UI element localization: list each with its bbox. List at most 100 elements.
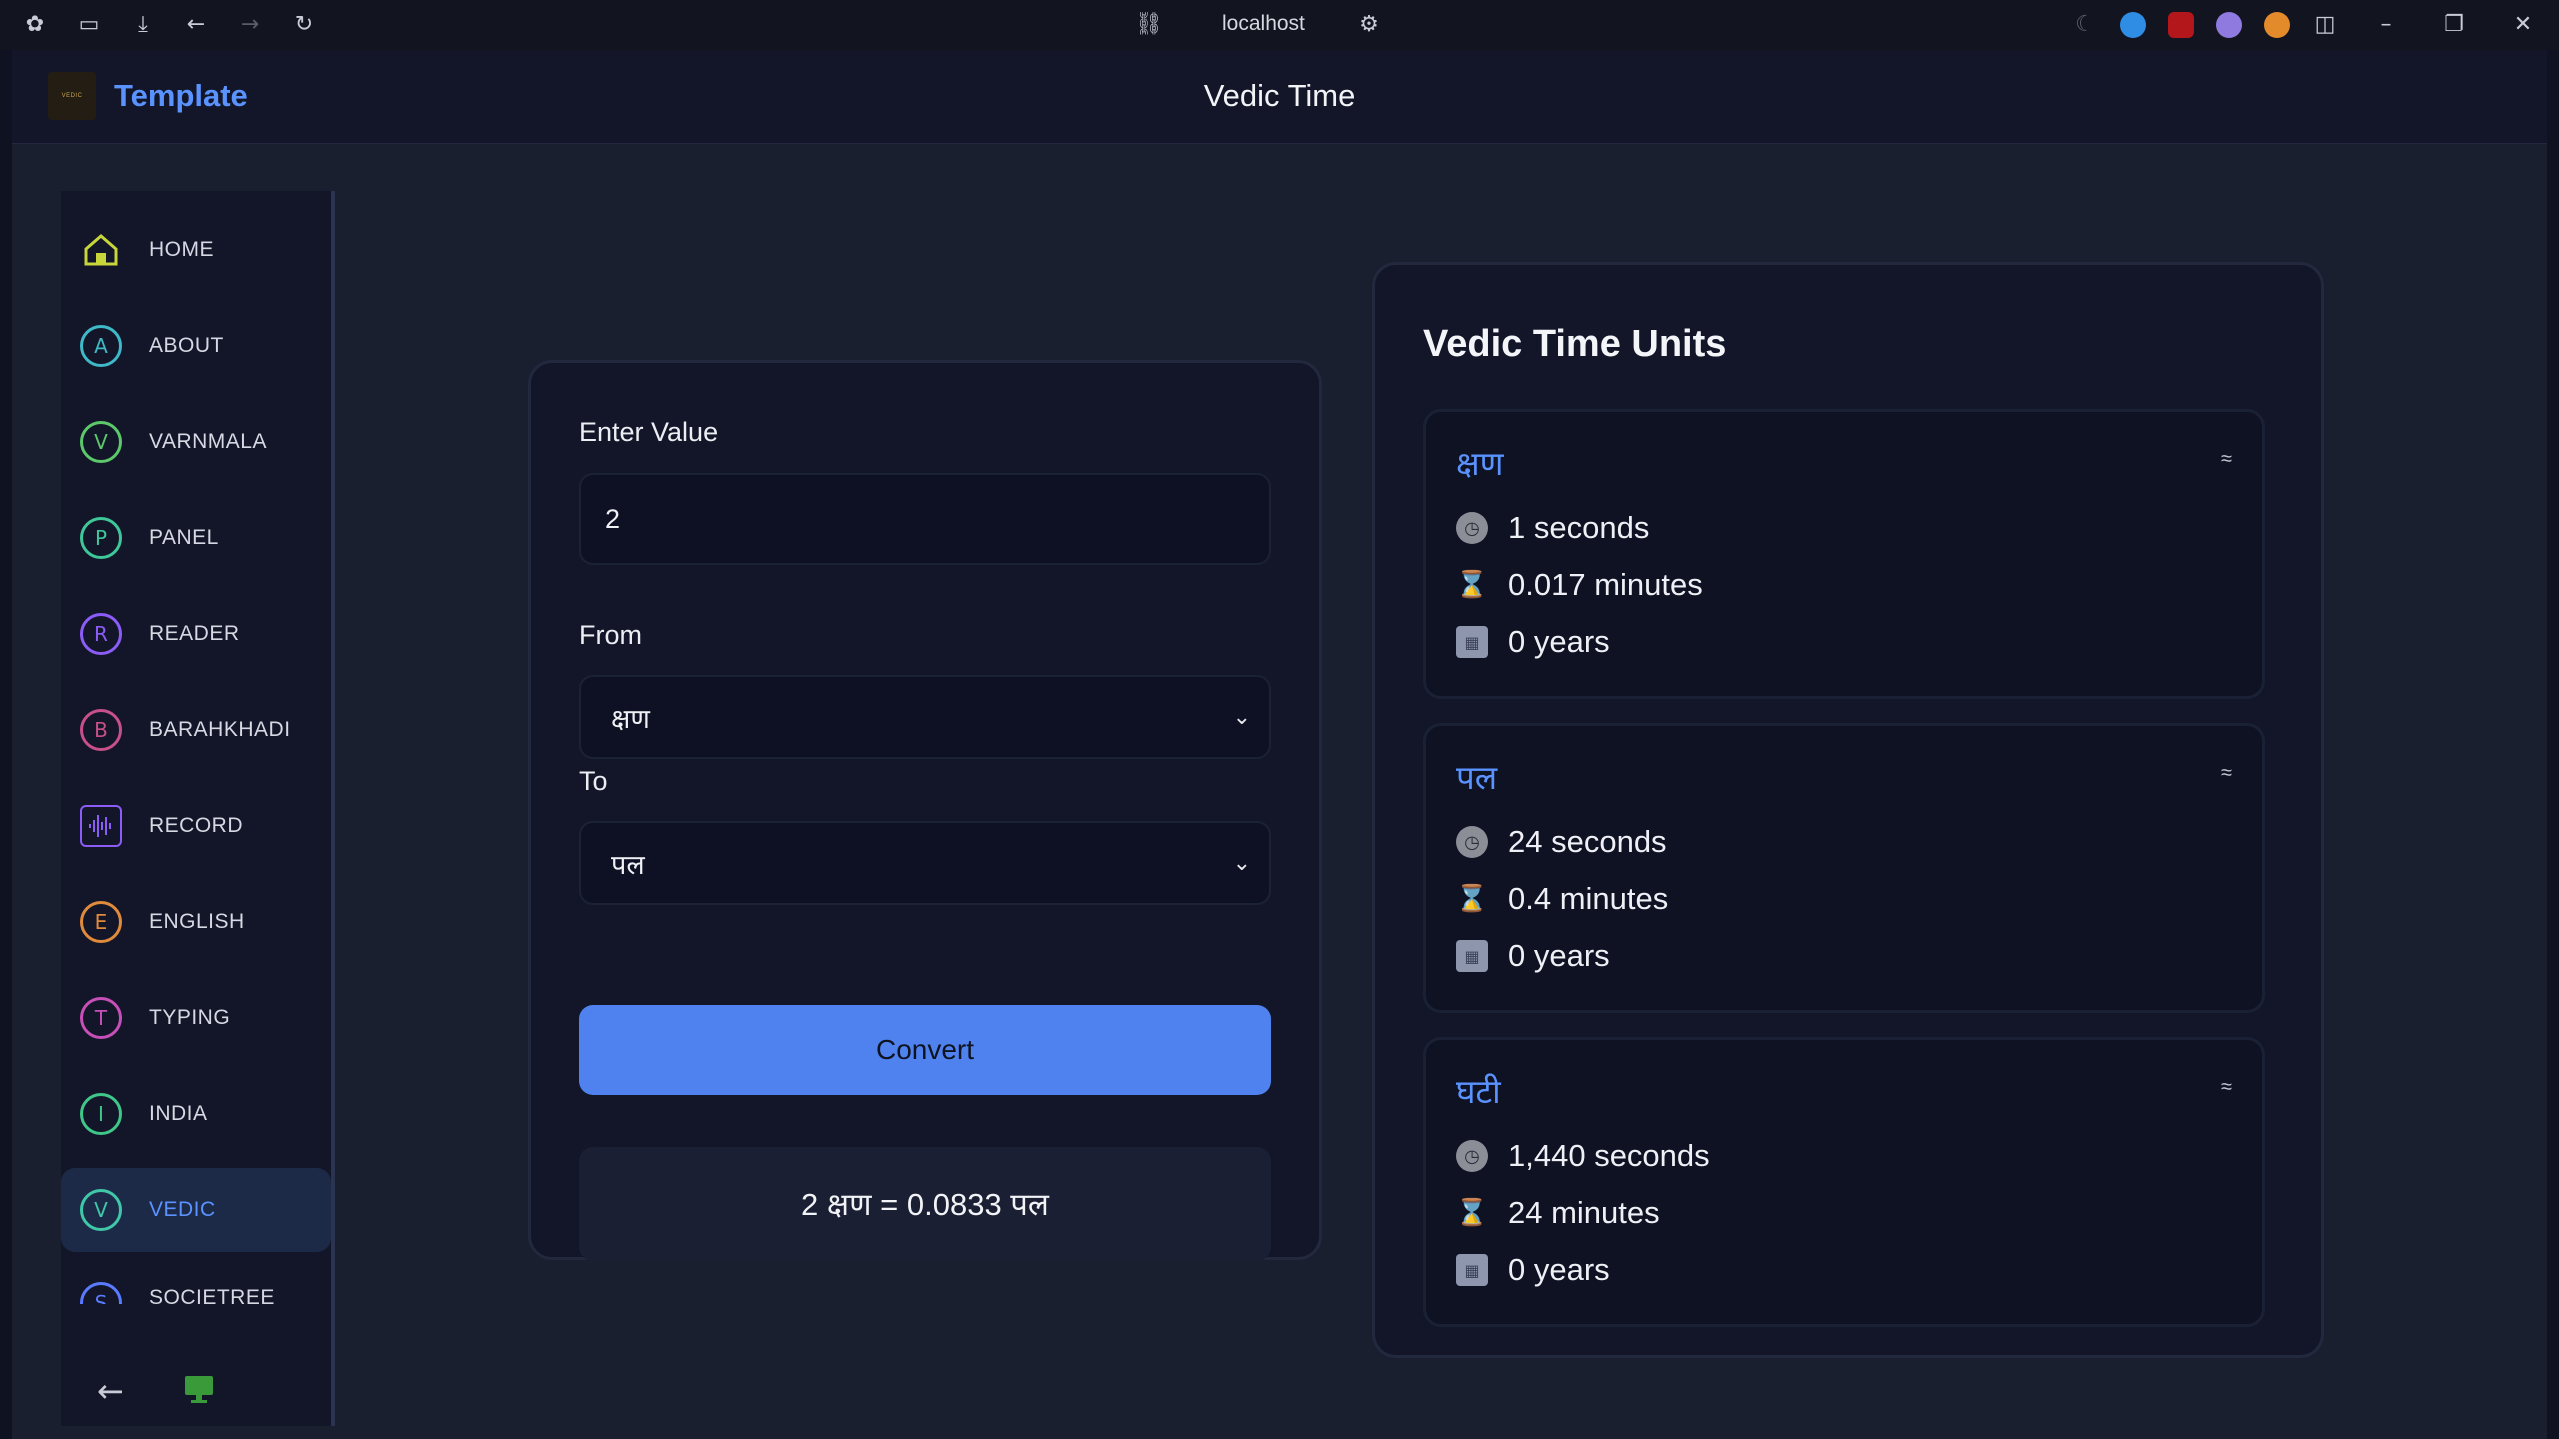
- sidebar-item-societree[interactable]: S SOCIETREE: [61, 1264, 331, 1304]
- unit-minutes-row: ⌛ 24 minutes: [1456, 1193, 1660, 1233]
- waveform-icon: [80, 805, 122, 847]
- from-selected-value: क्षण: [611, 703, 650, 734]
- arrow-left-icon[interactable]: ←: [97, 1371, 137, 1411]
- hourglass-icon: ⌛: [1455, 884, 1489, 914]
- value-input[interactable]: 2: [579, 473, 1271, 565]
- sidebar-item-record[interactable]: RECORD: [61, 784, 331, 868]
- monitor-icon[interactable]: [183, 1373, 215, 1410]
- split-view-icon[interactable]: ◫: [2312, 12, 2338, 38]
- letter-v-icon: V: [80, 1189, 122, 1231]
- extension-star-icon[interactable]: [2264, 12, 2290, 38]
- browser-toolbar: ✿ ▭ ⤓ ← → ↻ ⛓ localhost ⚙ ☾ ◫ – ❐ ✕: [0, 0, 2559, 50]
- sidebar-item-india[interactable]: I INDIA: [61, 1072, 331, 1156]
- unit-name: घटी: [1456, 1073, 1501, 1110]
- unit-years-row: ▦ 0 years: [1456, 1250, 1610, 1290]
- approx-icon: ≈: [2221, 448, 2232, 470]
- unit-card: पल ≈ ◷ 24 seconds ⌛ 0.4 minutes ▦ 0 year…: [1423, 723, 2265, 1013]
- extension-ghost-icon[interactable]: [2216, 12, 2242, 38]
- address-bar[interactable]: localhost: [1222, 12, 1305, 36]
- clock-icon: ◷: [1456, 826, 1488, 858]
- sidebar-item-label: BARAHKHADI: [149, 718, 291, 741]
- hourglass-icon: ⌛: [1455, 1198, 1489, 1228]
- unit-name: पल: [1456, 759, 1498, 796]
- hourglass-icon: ⌛: [1455, 570, 1489, 600]
- page-title: Vedic Time: [1203, 78, 1356, 113]
- unit-card: क्षण ≈ ◷ 1 seconds ⌛ 0.017 minutes ▦ 0 y…: [1423, 409, 2265, 699]
- to-select[interactable]: पल ⌄: [579, 821, 1271, 905]
- sidebar-item-label: INDIA: [149, 1102, 208, 1125]
- ublock-icon[interactable]: [2168, 12, 2194, 38]
- sidebar: HOME A ABOUT V VARNMALA P PANEL R READER…: [61, 191, 335, 1426]
- units-panel: Vedic Time Units क्षण ≈ ◷ 1 seconds ⌛ 0.…: [1372, 262, 2324, 1358]
- minimize-icon[interactable]: –: [2373, 12, 2399, 38]
- chevron-down-icon: ⌄: [1232, 851, 1251, 876]
- browser-logo-icon[interactable]: ✿: [22, 12, 48, 38]
- units-title: Vedic Time Units: [1423, 323, 1727, 365]
- sidebar-item-label: VEDIC: [149, 1198, 216, 1221]
- sidebar-item-reader[interactable]: R READER: [61, 592, 331, 676]
- extension-icon[interactable]: [2120, 12, 2146, 38]
- sidebar-item-home[interactable]: HOME: [61, 208, 331, 292]
- sidebar-item-label: TYPING: [149, 1006, 231, 1029]
- sidebar-item-barahkhadi[interactable]: B BARAHKHADI: [61, 688, 331, 772]
- sidebar-item-label: PANEL: [149, 526, 219, 549]
- sidebar-footer: ←: [61, 1363, 331, 1423]
- converter-card: Enter Value 2 From क्षण ⌄ To पल ⌄ Conver…: [528, 360, 1322, 1261]
- letter-p-icon: P: [80, 517, 122, 559]
- clock-icon: ◷: [1456, 1140, 1488, 1172]
- back-icon[interactable]: ←: [183, 12, 209, 38]
- unit-seconds: 24 seconds: [1508, 824, 1667, 859]
- value-label: Enter Value: [579, 417, 719, 447]
- letter-e-icon: E: [80, 901, 122, 943]
- sidebar-item-about[interactable]: A ABOUT: [61, 304, 331, 388]
- close-icon[interactable]: ✕: [2510, 12, 2536, 38]
- unit-years-row: ▦ 0 years: [1456, 936, 1610, 976]
- to-label: To: [579, 766, 608, 796]
- clock-icon: ◷: [1456, 512, 1488, 544]
- unit-years: 0 years: [1508, 624, 1610, 659]
- app-header: VEDIC Template Vedic Time: [12, 50, 2547, 144]
- sidebar-item-label: SOCIETREE: [149, 1286, 275, 1304]
- download-icon[interactable]: ⤓: [130, 12, 156, 38]
- unit-seconds-row: ◷ 1,440 seconds: [1456, 1136, 1710, 1176]
- unit-minutes-row: ⌛ 0.017 minutes: [1456, 565, 1703, 605]
- sidebar-item-vedic[interactable]: V VEDIC: [61, 1168, 331, 1252]
- conversion-result: 2 क्षण = 0.0833 पल: [579, 1147, 1271, 1261]
- app-window: VEDIC Template Vedic Time HOME A ABOUT V…: [12, 50, 2547, 1439]
- forward-icon: →: [240, 12, 260, 37]
- unit-minutes: 0.4 minutes: [1508, 881, 1669, 916]
- restore-icon[interactable]: ❐: [2441, 12, 2467, 38]
- sidebar-toggle-icon[interactable]: ▭: [76, 12, 102, 38]
- site-settings-icon[interactable]: ⚙: [1356, 12, 1382, 38]
- calendar-icon: ▦: [1456, 1254, 1488, 1286]
- calendar-icon: ▦: [1456, 626, 1488, 658]
- reload-icon[interactable]: ↻: [291, 12, 317, 38]
- moon-icon[interactable]: ☾: [2072, 12, 2098, 38]
- unit-seconds-row: ◷ 24 seconds: [1456, 822, 1667, 862]
- letter-b-icon: B: [80, 709, 122, 751]
- sidebar-item-typing[interactable]: T TYPING: [61, 976, 331, 1060]
- unit-years-row: ▦ 0 years: [1456, 622, 1610, 662]
- unit-seconds: 1,440 seconds: [1508, 1138, 1710, 1173]
- sidebar-item-label: ABOUT: [149, 334, 224, 357]
- letter-a-icon: A: [80, 325, 122, 367]
- sidebar-item-english[interactable]: E ENGLISH: [61, 880, 331, 964]
- letter-v-icon: V: [80, 421, 122, 463]
- unit-seconds: 1 seconds: [1508, 510, 1650, 545]
- letter-i-icon: I: [80, 1093, 122, 1135]
- sidebar-item-label: ENGLISH: [149, 910, 245, 933]
- unit-minutes-row: ⌛ 0.4 minutes: [1456, 879, 1668, 919]
- convert-button[interactable]: Convert: [579, 1005, 1271, 1095]
- from-select[interactable]: क्षण ⌄: [579, 675, 1271, 759]
- approx-icon: ≈: [2221, 762, 2232, 784]
- calendar-icon: ▦: [1456, 940, 1488, 972]
- sidebar-item-panel[interactable]: P PANEL: [61, 496, 331, 580]
- to-selected-value: पल: [611, 849, 645, 880]
- sidebar-item-varnmala[interactable]: V VARNMALA: [61, 400, 331, 484]
- unit-minutes: 0.017 minutes: [1508, 567, 1703, 602]
- sidebar-item-label: VARNMALA: [149, 430, 267, 453]
- letter-s-icon: S: [80, 1282, 122, 1304]
- sidebar-item-label: HOME: [149, 238, 214, 261]
- unit-years: 0 years: [1508, 1252, 1610, 1287]
- link-icon[interactable]: ⛓: [1135, 12, 1163, 38]
